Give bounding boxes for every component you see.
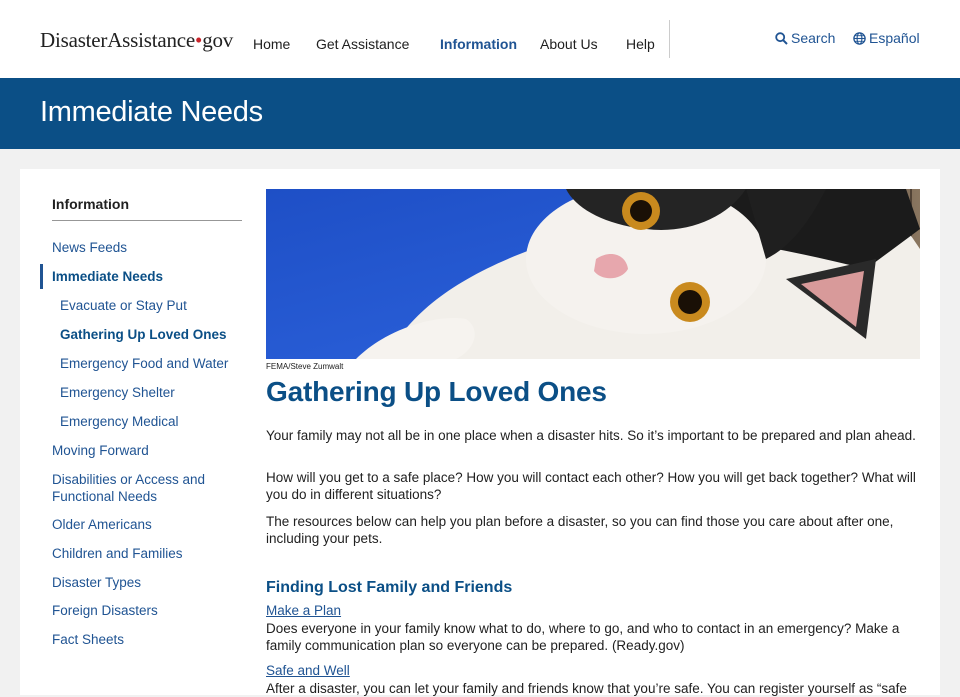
site-header: DisasterAssistance•gov Home Get Assistan…	[0, 0, 960, 78]
nav-home[interactable]: Home	[253, 36, 290, 52]
sidebar-item-disaster-types[interactable]: Disaster Types	[52, 574, 242, 591]
site-logo[interactable]: DisasterAssistance•gov	[40, 28, 233, 53]
nav-divider	[669, 20, 670, 58]
language-label: Español	[869, 30, 920, 46]
sidebar-item-gathering-up-loved-ones[interactable]: Gathering Up Loved Ones	[60, 326, 242, 343]
sidebar-item-emergency-medical[interactable]: Emergency Medical	[60, 413, 242, 430]
sidebar-heading: Information	[52, 196, 242, 221]
section-heading: Finding Lost Family and Friends	[266, 579, 513, 596]
article-title: Gathering Up Loved Ones	[266, 376, 607, 407]
sidebar-item-emergency-food[interactable]: Emergency Food and Water	[60, 355, 242, 372]
nav-about-us[interactable]: About Us	[540, 36, 598, 52]
sidebar-item-immediate-needs[interactable]: Immediate Needs	[40, 264, 242, 289]
logo-gov: gov	[202, 28, 234, 52]
sidebar-item-disabilities[interactable]: Disabilities or Access and Functional Ne…	[52, 471, 222, 505]
search-link[interactable]: Search	[775, 30, 835, 46]
nav-help[interactable]: Help	[626, 36, 655, 52]
sidebar-item-news-feeds[interactable]: News Feeds	[52, 239, 242, 256]
sidebar-item-children-families[interactable]: Children and Families	[52, 545, 242, 562]
image-credit: FEMA/Steve Zumwalt	[266, 362, 344, 371]
logo-text: DisasterAssistance	[40, 28, 196, 52]
hero-image	[266, 189, 920, 359]
active-section-indicator	[40, 264, 43, 289]
search-label: Search	[791, 30, 836, 46]
sidebar-item-evacuate[interactable]: Evacuate or Stay Put	[60, 297, 242, 314]
globe-icon	[853, 32, 866, 45]
nav-information[interactable]: Information	[440, 36, 517, 52]
kitten-photo	[266, 189, 920, 359]
page-banner: Immediate Needs	[0, 78, 960, 149]
sidebar-item-emergency-shelter[interactable]: Emergency Shelter	[60, 384, 242, 401]
safe-and-well-link[interactable]: Safe and Well	[266, 663, 350, 678]
sidebar-item-foreign-disasters[interactable]: Foreign Disasters	[52, 602, 242, 619]
nav-get-assistance[interactable]: Get Assistance	[316, 36, 409, 52]
language-link[interactable]: Español	[853, 30, 920, 46]
questions-paragraph: How will you get to a safe place? How yo…	[266, 470, 916, 502]
resources-paragraph: The resources below can help you plan be…	[266, 514, 894, 546]
page-title: Immediate Needs	[40, 96, 263, 128]
content-area: Information News Feeds Immediate Needs E…	[20, 169, 940, 696]
intro-paragraph: Your family may not all be in one place …	[266, 428, 916, 443]
sidebar-item-fact-sheets[interactable]: Fact Sheets	[52, 631, 242, 648]
make-a-plan-description: Does everyone in your family know what t…	[266, 621, 900, 653]
sidebar-item-older-americans[interactable]: Older Americans	[52, 516, 242, 533]
sidebar-item-label: Immediate Needs	[52, 269, 164, 284]
side-navigation: Information News Feeds Immediate Needs E…	[40, 196, 242, 647]
make-a-plan-link[interactable]: Make a Plan	[266, 603, 341, 618]
search-icon	[775, 32, 788, 45]
safe-and-well-description: After a disaster, you can let your famil…	[266, 681, 907, 696]
sidebar-item-moving-forward[interactable]: Moving Forward	[52, 442, 242, 459]
